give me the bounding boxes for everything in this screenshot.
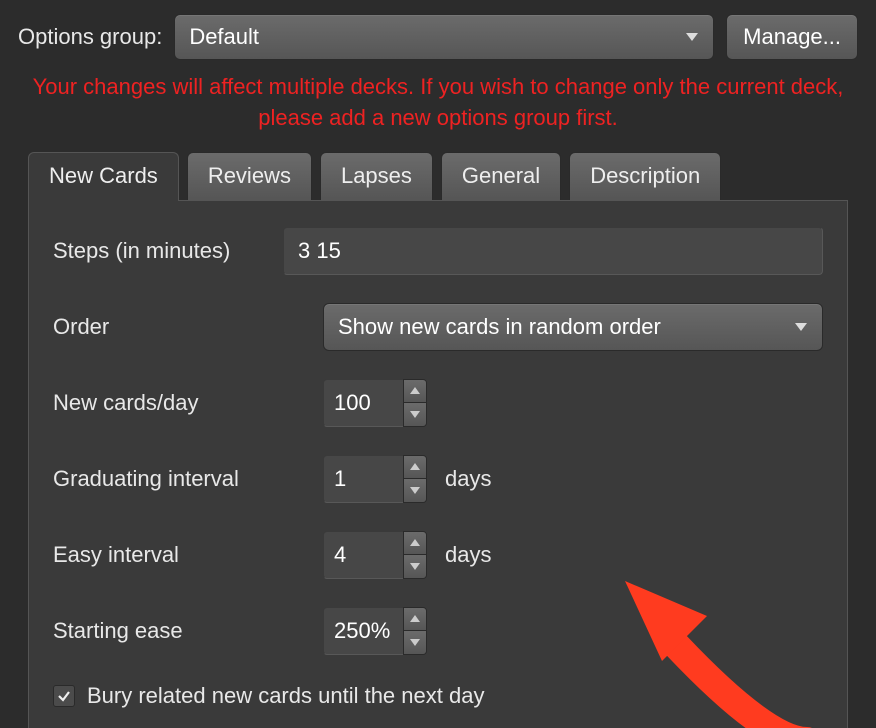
manage-button-label: Manage... — [743, 24, 841, 50]
graduating-interval-input[interactable] — [323, 455, 403, 503]
new-cards-day-input[interactable] — [323, 379, 403, 427]
stepper-up-button[interactable] — [404, 380, 426, 403]
steps-input[interactable] — [283, 227, 823, 275]
stepper-up-button[interactable] — [404, 532, 426, 555]
stepper-down-button[interactable] — [404, 630, 426, 654]
manage-button[interactable]: Manage... — [726, 14, 858, 60]
graduating-interval-label: Graduating interval — [53, 466, 283, 492]
bury-checkbox-label: Bury related new cards until the next da… — [87, 683, 484, 709]
options-group-select[interactable]: Default — [174, 14, 714, 60]
new-cards-panel: Steps (in minutes) Order Show new cards … — [28, 200, 848, 728]
order-select[interactable]: Show new cards in random order — [323, 303, 823, 351]
order-label: Order — [53, 314, 283, 340]
stepper-up-button[interactable] — [404, 608, 426, 631]
order-select-value: Show new cards in random order — [338, 314, 661, 340]
stepper-down-button[interactable] — [404, 554, 426, 578]
new-cards-day-label: New cards/day — [53, 390, 283, 416]
tab-general[interactable]: General — [441, 152, 561, 201]
easy-interval-unit: days — [445, 542, 491, 568]
tab-new-cards[interactable]: New Cards — [28, 152, 179, 201]
chevron-down-icon — [794, 322, 808, 332]
bury-checkbox[interactable] — [53, 685, 75, 707]
warning-text: Your changes will affect multiple decks.… — [28, 72, 848, 134]
tab-description[interactable]: Description — [569, 152, 721, 201]
stepper-up-button[interactable] — [404, 456, 426, 479]
graduating-interval-unit: days — [445, 466, 491, 492]
options-group-label: Options group: — [18, 24, 162, 50]
easy-interval-input[interactable] — [323, 531, 403, 579]
chevron-down-icon — [685, 32, 699, 42]
check-icon — [57, 689, 71, 703]
stepper-down-button[interactable] — [404, 478, 426, 502]
steps-label: Steps (in minutes) — [53, 238, 283, 264]
starting-ease-label: Starting ease — [53, 618, 283, 644]
options-group-select-value: Default — [189, 24, 259, 50]
tab-lapses[interactable]: Lapses — [320, 152, 433, 201]
easy-interval-label: Easy interval — [53, 542, 283, 568]
starting-ease-input[interactable] — [323, 607, 403, 655]
stepper-down-button[interactable] — [404, 402, 426, 426]
tab-reviews[interactable]: Reviews — [187, 152, 312, 201]
